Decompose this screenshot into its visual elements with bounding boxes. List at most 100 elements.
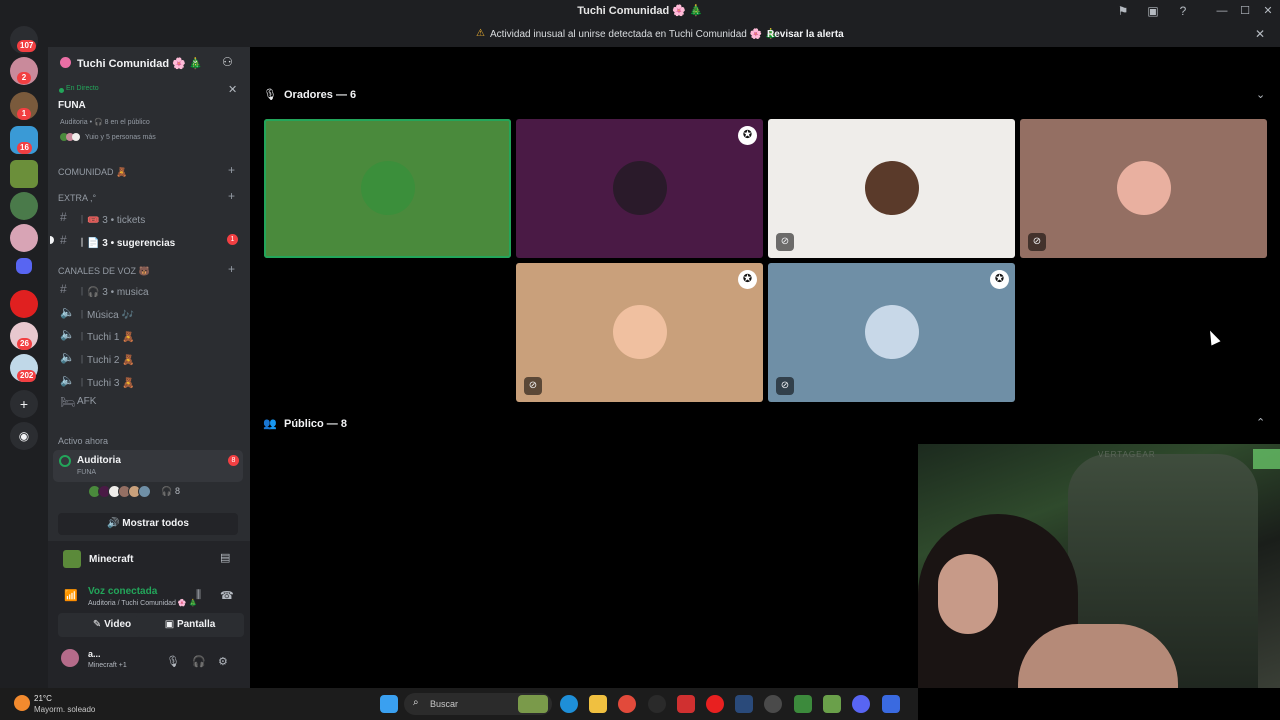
stage-meta: Auditoria • 🎧 8 en el público	[60, 119, 150, 126]
active-avatars[interactable]: 🎧 8	[88, 485, 208, 499]
obs-icon[interactable]	[648, 695, 666, 713]
stage-icon	[59, 455, 71, 467]
guild-header[interactable]: Tuchi Comunidad 🌸 🎄 ⌄ ⚇	[48, 47, 250, 77]
avatar	[1117, 161, 1171, 215]
noise-suppression-icon[interactable]: ⫼	[196, 589, 201, 602]
category-extra[interactable]: EXTRA ,°	[58, 193, 96, 203]
warning-icon: ⚠	[476, 28, 485, 39]
muted-mic-icon: ⊘	[776, 377, 794, 395]
active-stage-name: Auditoria	[77, 455, 121, 466]
microphone-icon[interactable]: 🎙	[166, 655, 180, 668]
activity-panel: Minecraft ▤	[48, 541, 250, 575]
voice-status[interactable]: Voz conectada	[88, 586, 157, 597]
weather-icon	[14, 695, 30, 711]
channel-name: ︱🎟️ 3 • tickets	[77, 215, 146, 226]
avatar	[138, 485, 151, 498]
add-server-icon[interactable]: +	[10, 390, 38, 418]
channel-sugerencias[interactable]: # ︱📄 3 • sugerencias 1	[50, 230, 243, 250]
screen-share-button[interactable]: ▣ Pantalla	[136, 613, 244, 637]
active-stage-card[interactable]: Auditoria FUNA 8	[53, 450, 243, 482]
show-all-button[interactable]: 🔊 Mostrar todos	[58, 513, 238, 535]
voice-channel-afk[interactable]: 🛏 AFK	[53, 392, 243, 412]
chrome-icon[interactable]	[618, 695, 636, 713]
voice-channel[interactable]: Auditoria / Tuchi Comunidad 🌸 🎄	[88, 599, 197, 607]
speaker-tile[interactable]	[264, 119, 511, 258]
user-name: a...	[88, 649, 101, 659]
settings-app-icon[interactable]	[764, 695, 782, 713]
voice-channel-tuchi-1[interactable]: 🔈 ︱Tuchi 1 🧸	[53, 324, 243, 344]
speaker-icon: 🔈	[60, 373, 75, 387]
active-stage-topic: FUNA	[77, 469, 97, 476]
add-channel-icon[interactable]: +	[228, 262, 235, 276]
channel-name: ︱Tuchi 3 🧸	[77, 378, 135, 389]
voice-channel-tuchi-2[interactable]: 🔈 ︱Tuchi 2 🧸	[53, 347, 243, 367]
chevron-down-icon[interactable]: ⌄	[191, 55, 199, 66]
speaker-tile[interactable]: ⊘	[768, 119, 1015, 258]
voice-channel-musica[interactable]: 🔈 ︱Música 🎶	[53, 302, 243, 322]
voice-channel-tuchi-3[interactable]: 🔈 ︱Tuchi 3 🧸	[53, 370, 243, 390]
channel-name: AFK	[77, 396, 97, 407]
server-icon[interactable]	[10, 224, 38, 252]
minecraft-icon[interactable]	[823, 695, 841, 713]
server-badge: 2	[17, 72, 31, 84]
disconnect-icon[interactable]: ☎	[220, 589, 234, 602]
add-channel-icon[interactable]: +	[228, 163, 235, 177]
screen-share-icon[interactable]: ▣	[1145, 3, 1161, 19]
speaker-tile[interactable]: ✪ ⊘	[768, 263, 1015, 402]
category-comunidad[interactable]: COMUNIDAD 🧸	[58, 167, 127, 178]
headphones-icon[interactable]: 🎧	[192, 655, 206, 668]
opera-icon[interactable]	[706, 695, 724, 713]
channel-tickets[interactable]: # ︱🎟️ 3 • tickets	[53, 207, 243, 227]
help-icon[interactable]: ?	[1175, 3, 1191, 19]
activity-options-icon[interactable]: ▤	[220, 551, 230, 564]
window-title: Tuchi Comunidad 🌸 🎄	[577, 5, 703, 17]
speaker-tile[interactable]: ⊘	[1020, 119, 1267, 258]
game-name: Minecraft	[89, 554, 134, 565]
hash-icon: #	[60, 210, 67, 224]
unread-indicator	[50, 236, 54, 244]
minimize-icon[interactable]: —	[1214, 3, 1230, 19]
speaker-tile[interactable]: ✪ ⊘	[516, 263, 763, 402]
avatar[interactable]	[61, 649, 79, 667]
settings-icon[interactable]: ⚙	[218, 655, 228, 668]
person-face	[938, 554, 998, 634]
speakers-heading: Oradores — 6	[284, 89, 357, 101]
server-icon[interactable]	[10, 160, 38, 188]
server-icon[interactable]	[10, 192, 38, 220]
inbox-icon[interactable]: ⚑	[1115, 3, 1131, 19]
speaker-tile[interactable]: ✪	[516, 119, 763, 258]
discord-icon[interactable]	[852, 695, 870, 713]
avatar	[613, 305, 667, 359]
search-icon: ⌕	[413, 697, 419, 708]
minecraft-launcher-icon[interactable]	[794, 695, 812, 713]
steam-icon[interactable]	[735, 695, 753, 713]
review-alert-button[interactable]: Revisar la alerta	[767, 29, 844, 40]
app-icon[interactable]	[882, 695, 900, 713]
invite-icon[interactable]: ⚇	[222, 55, 233, 69]
close-banner-icon[interactable]: ✕	[1255, 27, 1265, 41]
chevron-down-icon[interactable]: ⌄	[1256, 88, 1265, 101]
file-explorer-icon[interactable]	[589, 695, 607, 713]
maximize-icon[interactable]: ☐	[1237, 3, 1253, 19]
signal-icon: 📶	[64, 590, 78, 602]
active-now-label: Activo ahora	[58, 436, 109, 446]
close-window-icon[interactable]: ✕	[1260, 3, 1276, 19]
chevron-up-icon[interactable]: ⌃	[1256, 416, 1265, 429]
guild-icon	[60, 57, 71, 68]
close-icon[interactable]: ✕	[228, 83, 237, 96]
heart-server-icon[interactable]	[10, 290, 38, 318]
app-icon[interactable]	[677, 695, 695, 713]
channel-musica-text[interactable]: # ︱🎧 3 • musica	[53, 279, 243, 299]
hash-icon: #	[60, 233, 67, 247]
search-highlight-icon	[518, 695, 548, 713]
folder-icon[interactable]	[16, 258, 32, 274]
discover-icon[interactable]: ◉	[10, 422, 38, 450]
live-dot-icon	[59, 88, 64, 93]
edge-icon[interactable]	[560, 695, 578, 713]
category-voice[interactable]: CANALES DE VOZ 🐻	[58, 266, 150, 277]
avatar	[865, 161, 919, 215]
add-channel-icon[interactable]: +	[228, 189, 235, 203]
start-icon[interactable]	[380, 695, 398, 713]
channel-name: ︱Música 🎶	[77, 310, 134, 321]
live-stage-card[interactable]: En Directo FUNA ✕ Auditoria • 🎧 8 en el …	[48, 83, 250, 147]
